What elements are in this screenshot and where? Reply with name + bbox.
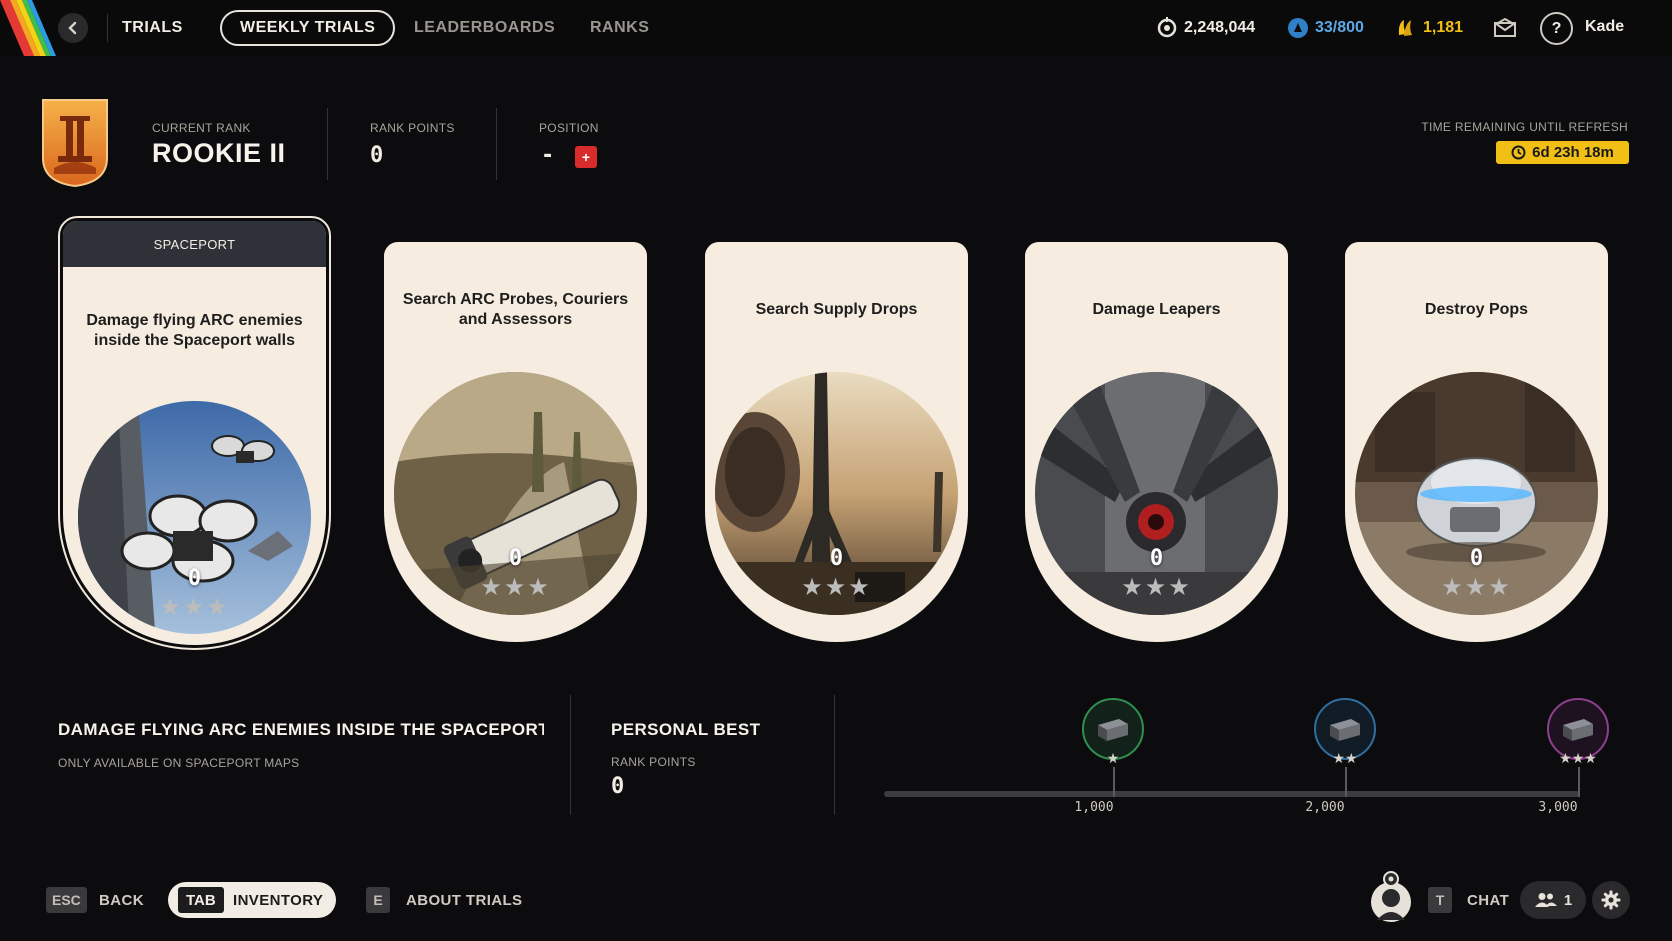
- credits-counter: 2,248,044: [1156, 16, 1255, 40]
- trial-stars: ★★★: [1441, 574, 1512, 601]
- position-change-badge: +: [575, 146, 597, 168]
- help-icon[interactable]: ?: [1540, 12, 1573, 45]
- trial-card-spaceport[interactable]: SPACEPORT Damage flying ARC enemies insi…: [63, 221, 326, 645]
- inventory-label[interactable]: INVENTORY: [233, 892, 323, 909]
- divider: [834, 695, 835, 815]
- rank-points-value: 0: [370, 143, 384, 168]
- trial-card-arc-probes[interactable]: Search ARC Probes, Couriers and Assessor…: [384, 242, 647, 642]
- trial-title: Destroy Pops: [1424, 301, 1529, 318]
- reward-progress-track: [884, 791, 1580, 797]
- t-key-hint[interactable]: T: [1428, 887, 1452, 913]
- milestone-stars: ★: [1106, 750, 1120, 766]
- timer-value: 6d 23h 18m: [1532, 144, 1614, 161]
- back-arrow-button[interactable]: [58, 13, 88, 43]
- trial-score: 0: [187, 566, 202, 591]
- party-count: 1: [1563, 891, 1573, 909]
- clock-icon: [1511, 145, 1526, 160]
- chevron-left-icon: [68, 21, 77, 35]
- trial-title: Damage Leapers: [1092, 301, 1221, 318]
- credits-value: 2,248,044: [1184, 19, 1256, 36]
- trial-stars: ★★★: [801, 574, 872, 601]
- tokens-value: 33/800: [1315, 19, 1364, 36]
- selected-trial-title: DAMAGE FLYING ARC ENEMIES INSIDE THE SPA…: [58, 720, 544, 739]
- milestone-value: 1,000: [1074, 800, 1114, 815]
- crate-icon: [1330, 719, 1360, 741]
- nav-divider: [107, 14, 108, 42]
- gear-icon: [1601, 890, 1621, 910]
- username[interactable]: Kade: [1585, 18, 1624, 36]
- position-value: -: [541, 143, 555, 168]
- rank-badge-icon: [42, 99, 108, 188]
- time-remaining-label: TIME REMAINING UNTIL REFRESH: [1421, 120, 1628, 134]
- tab-leaderboards[interactable]: LEADERBOARDS: [414, 10, 555, 46]
- position-label: POSITION: [539, 121, 599, 135]
- trial-title: Search Supply Drops: [755, 301, 918, 318]
- personal-best-label: RANK POINTS: [611, 755, 696, 769]
- credits-icon: [1157, 17, 1177, 38]
- back-button[interactable]: BACK: [99, 892, 144, 909]
- tab-key-hint: TAB: [178, 887, 224, 913]
- tokens-counter: 33/800: [1287, 16, 1364, 40]
- about-trials-button[interactable]: ABOUT TRIALS: [406, 892, 522, 909]
- e-key-hint[interactable]: E: [366, 887, 390, 913]
- nav-trials[interactable]: TRIALS: [122, 10, 183, 46]
- personal-best-title: PERSONAL BEST: [611, 720, 761, 739]
- divider: [496, 108, 497, 180]
- current-rank-value: ROOKIE II: [152, 138, 286, 168]
- party-button[interactable]: 1: [1520, 881, 1586, 919]
- trial-score: 0: [829, 546, 844, 571]
- milestone-value: 3,000: [1538, 800, 1578, 815]
- divider: [327, 108, 328, 180]
- chat-button[interactable]: CHAT: [1467, 892, 1509, 909]
- top-bar: TRIALS WEEKLY TRIALS LEADERBOARDS RANKS …: [0, 0, 1672, 56]
- friends-icon: [1534, 893, 1557, 907]
- trial-stars: ★★★: [480, 574, 551, 601]
- current-rank-label: CURRENT RANK: [152, 121, 251, 135]
- trial-card-supply-drops[interactable]: Search Supply Drops 0 ★★★: [705, 242, 968, 642]
- personal-best-value: 0: [611, 774, 625, 799]
- game-logo-icon: [0, 0, 56, 56]
- esc-key-hint[interactable]: ESC: [46, 887, 87, 913]
- mail-icon[interactable]: [1494, 18, 1516, 38]
- coins-counter: 1,181: [1395, 16, 1463, 40]
- trial-card-pops[interactable]: Destroy Pops 0 ★★★: [1345, 242, 1608, 642]
- coins-value: 1,181: [1423, 19, 1464, 36]
- settings-button[interactable]: [1592, 881, 1630, 919]
- milestone-stars: ★★★: [1559, 750, 1597, 766]
- trial-stars: ★★★: [1121, 574, 1192, 601]
- trial-score: 0: [508, 546, 523, 571]
- coins-icon: [1398, 20, 1412, 36]
- tab-weekly-trials[interactable]: WEEKLY TRIALS: [220, 10, 396, 46]
- divider: [570, 695, 571, 815]
- milestone-tick: [1578, 767, 1580, 797]
- milestone-value: 2,000: [1305, 800, 1345, 815]
- trial-title: Search ARC Probes, Couriers and Assessor…: [402, 291, 629, 328]
- selected-trial-subtitle: ONLY AVAILABLE ON SPACEPORT MAPS: [58, 756, 300, 770]
- milestone-tick: [1345, 767, 1347, 797]
- rank-points-label: RANK POINTS: [370, 121, 455, 135]
- trial-title: Damage flying ARC enemies inside the Spa…: [86, 312, 303, 349]
- tab-ranks[interactable]: RANKS: [590, 10, 649, 46]
- crate-icon: [1563, 719, 1593, 741]
- crate-icon: [1098, 719, 1128, 741]
- trial-stars: ★★★: [159, 594, 230, 621]
- trial-card-leapers[interactable]: Damage Leapers 0 ★★★: [1025, 242, 1288, 642]
- milestone-stars: ★★: [1332, 750, 1358, 766]
- refresh-timer: 6d 23h 18m: [1496, 141, 1629, 164]
- trial-score: 0: [1149, 546, 1164, 571]
- trial-score: 0: [1469, 546, 1484, 571]
- map-tag: SPACEPORT: [63, 221, 326, 267]
- tokens-icon: [1288, 18, 1308, 38]
- milestone-tick: [1113, 767, 1115, 797]
- player-avatar[interactable]: [1370, 870, 1412, 922]
